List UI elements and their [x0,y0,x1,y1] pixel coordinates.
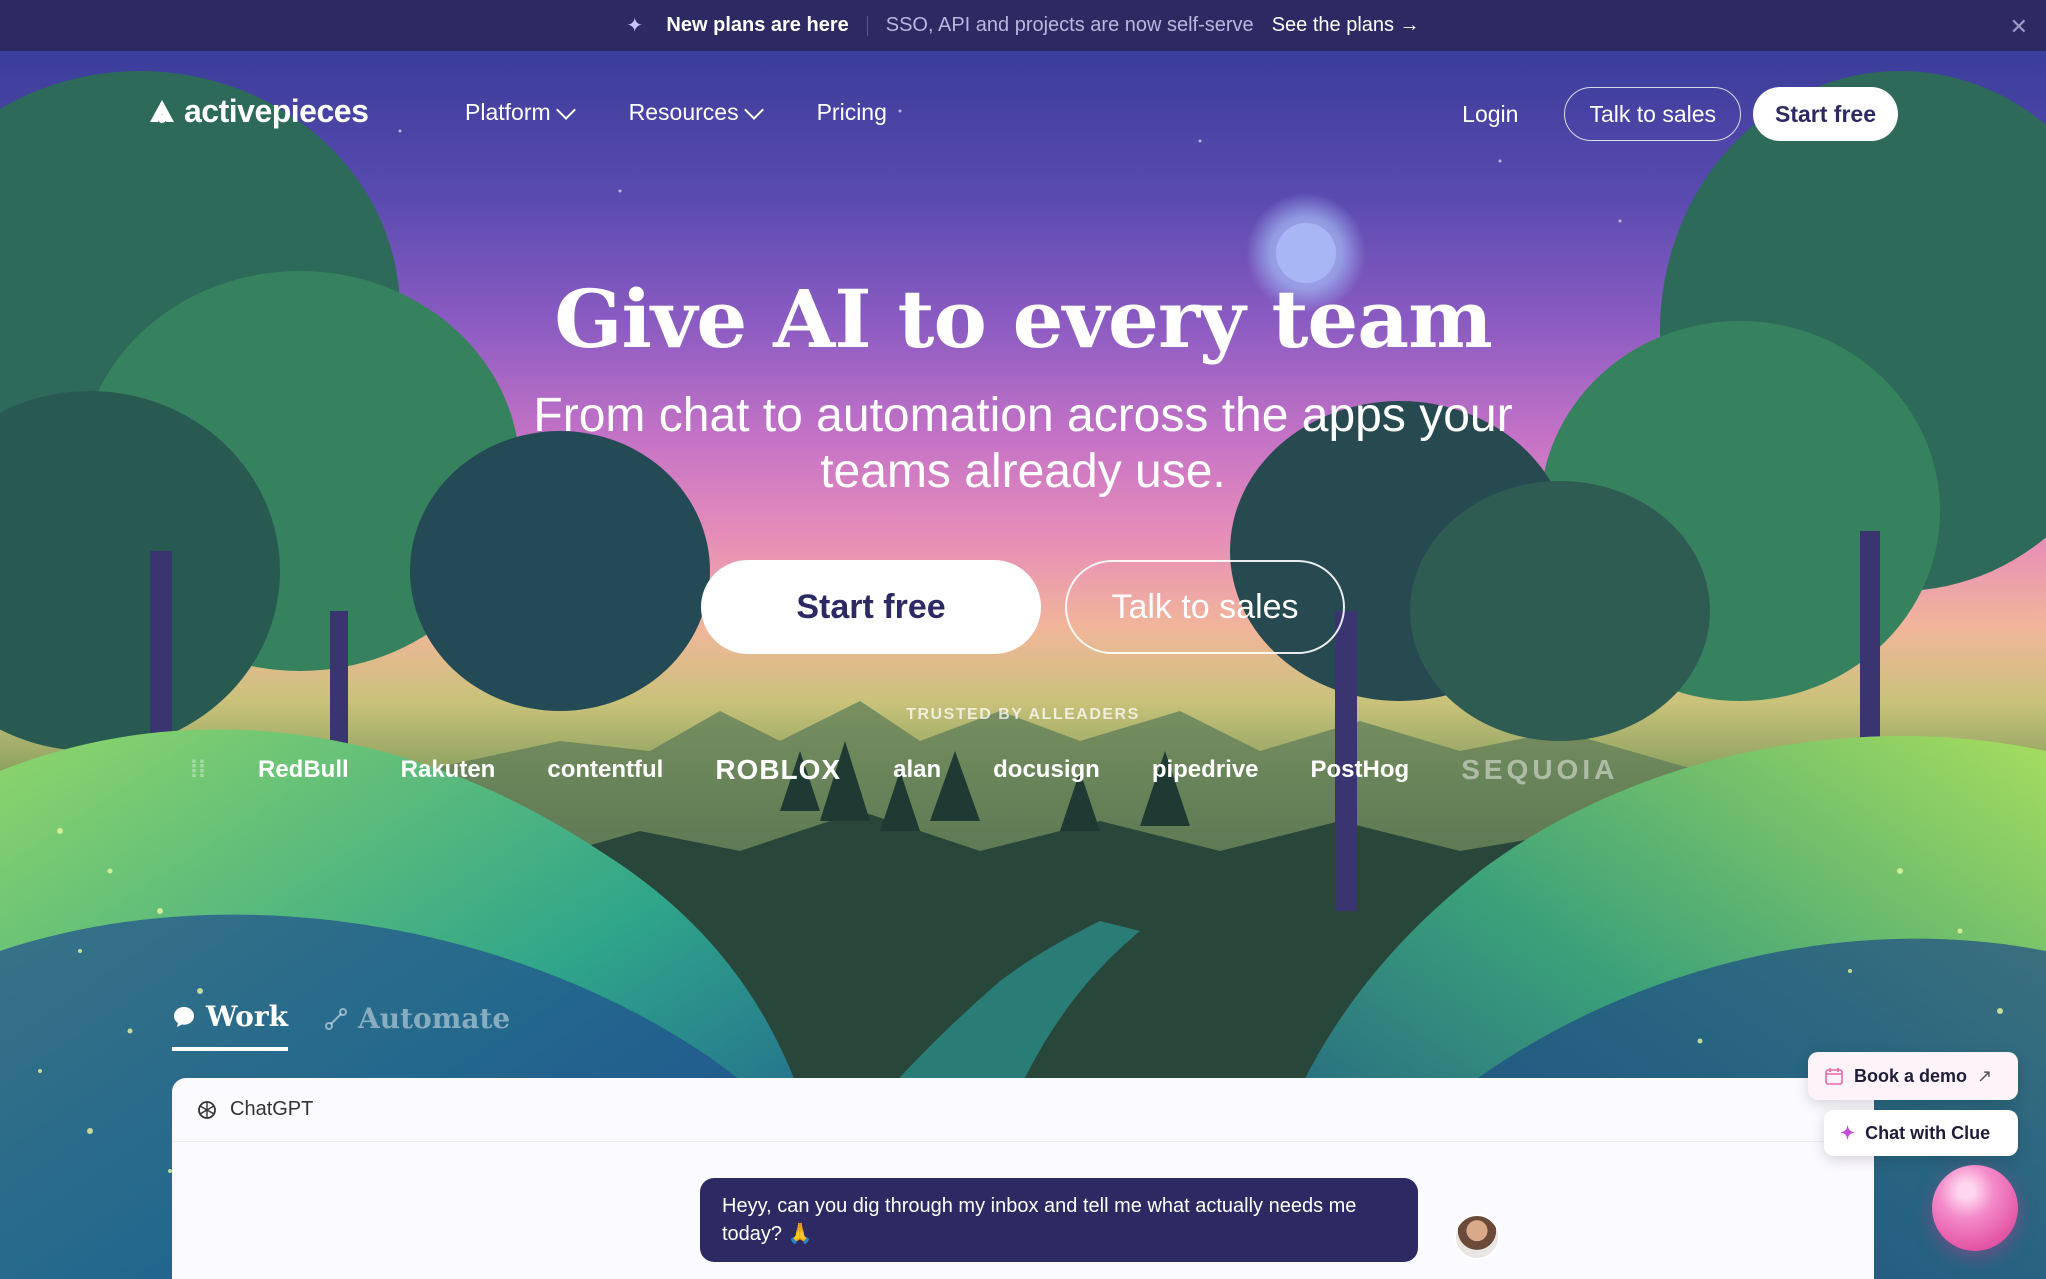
logo-text: activepieces [184,93,369,129]
sparkle-icon: ✦ [626,14,644,37]
chat-with-clue-button[interactable]: ✦ Chat with Clue [1824,1110,2018,1156]
logo-rakuten: Rakuten [400,756,496,783]
chat-panel-header: ChatGPT [172,1078,1874,1142]
logo-roblox: ROBLOX [715,754,842,785]
logo-contentful: contentful [547,756,664,783]
see-plans-link[interactable]: See the plans → [1272,14,1420,37]
avatar [1454,1214,1500,1260]
logo-alan: alan [893,756,942,783]
logo-docusign: docusign [993,756,1100,783]
nav-platform-label: Platform [465,99,551,125]
external-arrow-icon: ↗ [1977,1065,1993,1086]
nav-actions: Login Talk to sales Start free [1462,87,1898,141]
nav-platform[interactable]: Platform [465,99,576,126]
start-free-button[interactable]: Start free [1753,87,1898,141]
divider [866,15,868,36]
nav-links: Platform Resources Pricing [465,99,887,126]
hero-start-free-button[interactable]: Start free [701,560,1041,654]
calendar-icon [1825,1068,1843,1085]
chatgpt-icon [198,1100,216,1119]
logo-redbull: RedBull [257,756,349,783]
tab-work[interactable]: Work [172,1000,288,1051]
user-message-bubble: Heyy, can you dig through my inbox and t… [700,1178,1418,1262]
hero-subtitle: From chat to automation across the apps … [533,389,1513,498]
assistant-orb-button[interactable] [1932,1165,2018,1251]
announcement-bar: ✦ New plans are here SSO, API and projec… [0,0,2046,51]
announcement-headline: New plans are here [666,14,849,36]
mode-tabs: Work Automate [172,1000,510,1051]
close-icon[interactable]: ✕ [2010,14,2028,40]
customer-logos: ⁞⁞ RedBull Rakuten contentful ROBLOX ala… [190,754,1618,786]
login-link[interactable]: Login [1462,101,1518,128]
nav-resources[interactable]: Resources [628,99,764,126]
hero-cta-group: Start free Talk to sales [0,560,2046,654]
announcement-detail: SSO, API and projects are now self-serve [885,14,1254,36]
logo-sequoia: SEQUOIA [1461,754,1619,785]
book-demo-label: Book a demo [1854,1065,1968,1086]
logo-pipedrive: pipedrive [1151,756,1259,783]
hero-title: Give AI to every team [554,272,1493,366]
book-demo-button[interactable]: Book a demo ↗ [1808,1052,2018,1100]
tab-automate[interactable]: Automate [324,1000,510,1051]
logo-partial: ⁞⁞ [190,756,206,783]
chat-bubble-icon [174,1006,194,1027]
main-nav: activepieces Platform Resources Pricing … [0,51,2046,177]
nav-pricing[interactable]: Pricing [817,99,887,126]
activepieces-logo-icon [150,99,174,123]
trusted-label: TRUSTED BY ALLEADERS [906,706,1140,723]
chat-with-clue-label: Chat with Clue [1865,1122,1991,1143]
talk-to-sales-button[interactable]: Talk to sales [1564,87,1742,141]
hero-talk-to-sales-button[interactable]: Talk to sales [1065,560,1345,654]
tab-work-label: Work [206,1000,288,1033]
chat-preview-panel: ChatGPT Heyy, can you dig through my inb… [172,1078,1874,1279]
nav-resources-label: Resources [628,99,739,125]
nav-pricing-label: Pricing [816,99,887,125]
flow-icon [325,1007,347,1030]
sparkle-icon: ✦ [1840,1122,1856,1143]
chevron-down-icon [743,99,764,120]
chat-app-name: ChatGPT [230,1098,314,1120]
tab-automate-label: Automate [358,1002,511,1035]
chevron-down-icon [555,99,576,120]
logo-posthog: PostHog [1310,756,1410,783]
logo[interactable]: activepieces [148,93,369,130]
